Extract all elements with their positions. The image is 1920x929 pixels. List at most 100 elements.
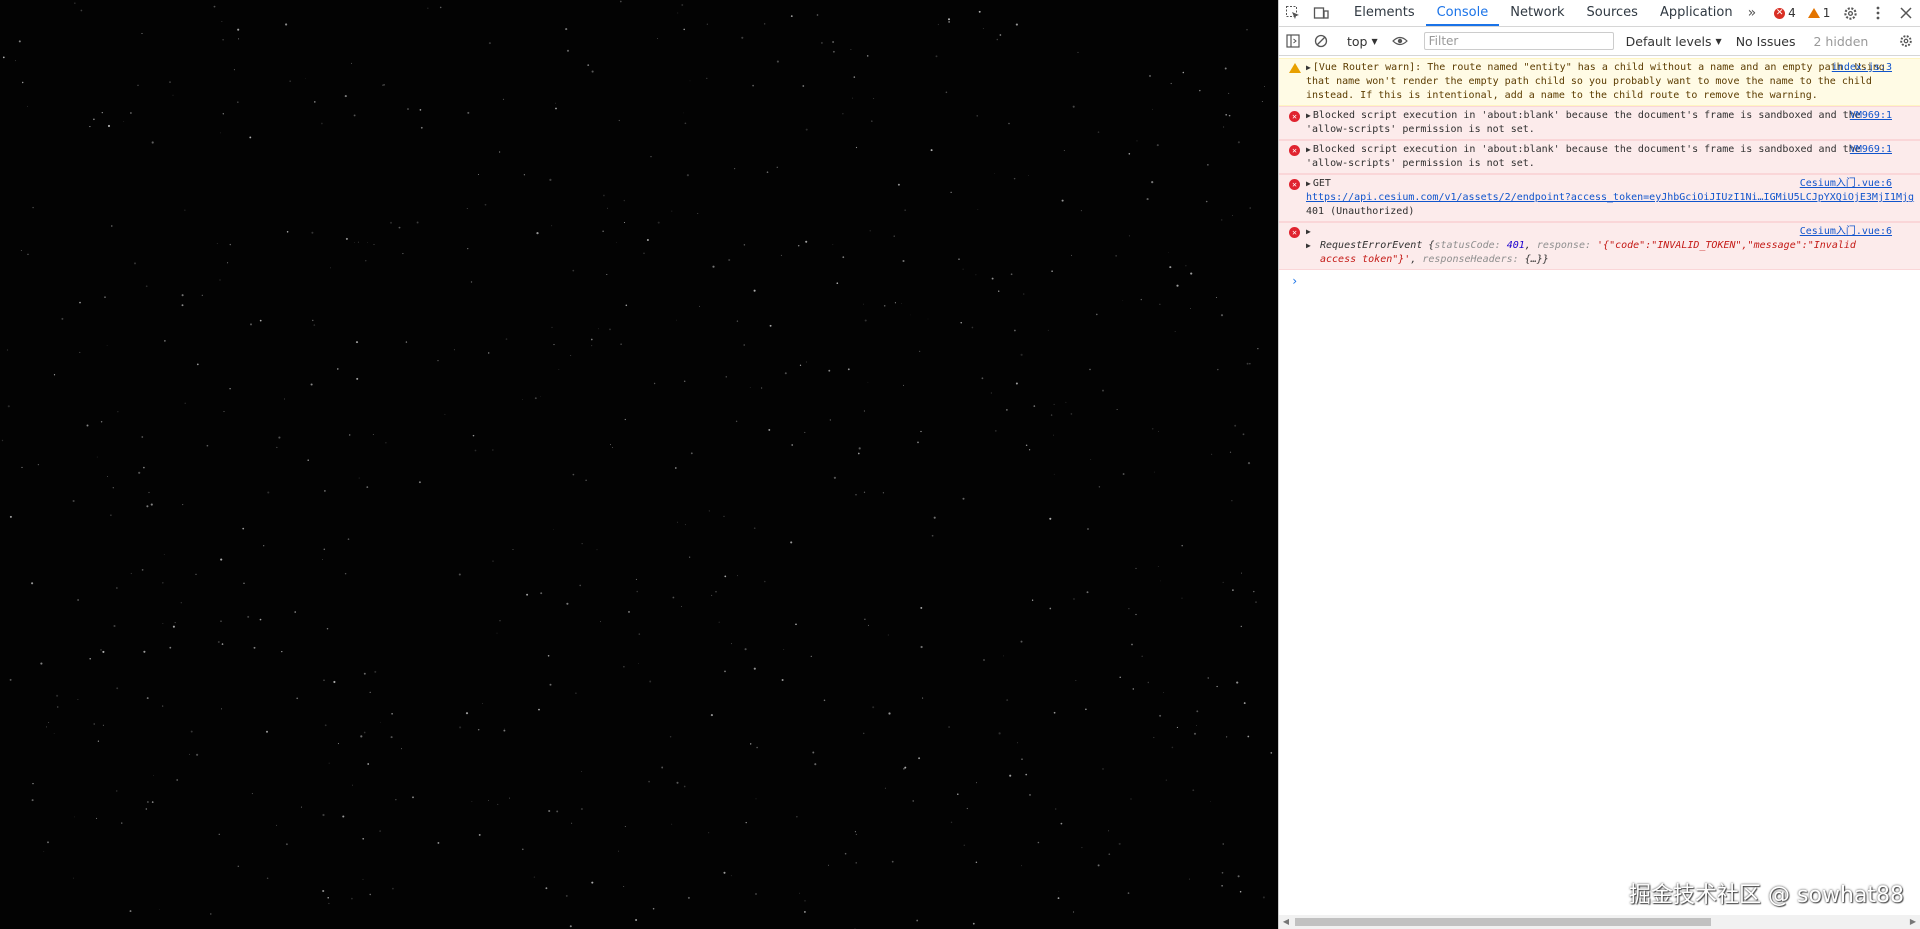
star xyxy=(977,209,979,210)
request-url-link[interactable]: https://api.cesium.com/v1/assets/2/endpo… xyxy=(1306,191,1920,205)
console-settings-gear-icon[interactable] xyxy=(1892,28,1920,54)
star xyxy=(1146,198,1149,201)
clear-console-icon[interactable] xyxy=(1307,28,1335,54)
star xyxy=(805,240,808,243)
source-link[interactable]: VM969:1 xyxy=(1850,143,1892,157)
device-toolbar-icon[interactable] xyxy=(1307,0,1335,26)
tab-application[interactable]: Application xyxy=(1649,0,1744,26)
star xyxy=(9,515,12,518)
star xyxy=(1189,308,1191,309)
star xyxy=(799,892,800,894)
star xyxy=(888,712,891,715)
console-message-warning[interactable]: ▶ [Vue Router warn]: The route named "ent… xyxy=(1279,58,1920,106)
star xyxy=(323,548,326,551)
scroll-left-icon[interactable]: ◀ xyxy=(1279,915,1293,929)
tab-console[interactable]: Console xyxy=(1425,0,1500,26)
expand-object-triangle-icon[interactable]: ▶ xyxy=(1306,239,1311,253)
log-levels-dropdown[interactable]: Default levels ▼ xyxy=(1626,34,1722,49)
star xyxy=(683,112,684,114)
star xyxy=(1090,458,1092,461)
console-message-error[interactable]: ✕ ▶ Blocked script execution in 'about:bl… xyxy=(1279,140,1920,174)
star xyxy=(866,55,869,57)
star xyxy=(910,314,911,316)
star xyxy=(609,328,611,331)
star xyxy=(31,582,34,585)
star xyxy=(804,431,806,433)
expand-triangle-icon[interactable]: ▶ xyxy=(1306,63,1311,72)
star xyxy=(867,381,869,383)
star xyxy=(950,191,952,193)
filter-input[interactable] xyxy=(1423,32,1614,50)
scroll-right-icon[interactable]: ▶ xyxy=(1906,915,1920,929)
source-link[interactable]: index.js:3 xyxy=(1832,61,1892,75)
expand-triangle-icon[interactable]: ▶ xyxy=(1306,145,1311,154)
settings-gear-icon[interactable] xyxy=(1836,0,1864,26)
star xyxy=(1157,430,1159,432)
issue-counters[interactable]: ✕ 4 1 xyxy=(1774,6,1830,20)
star xyxy=(362,878,364,881)
star xyxy=(374,670,377,673)
star xyxy=(872,706,875,709)
star xyxy=(354,242,355,243)
star xyxy=(566,49,570,52)
close-icon[interactable] xyxy=(1892,0,1920,26)
inspect-element-icon[interactable] xyxy=(1279,0,1307,26)
sidebar-toggle-icon[interactable] xyxy=(1279,28,1307,54)
star xyxy=(1053,473,1055,475)
expand-triangle-icon[interactable]: ▶ xyxy=(1306,179,1311,188)
console-message-error-network[interactable]: ✕ ▶ GET Cesium入门.vue:6 https://api.cesium… xyxy=(1279,174,1920,222)
star xyxy=(1135,567,1137,569)
star xyxy=(1053,403,1055,405)
star xyxy=(162,705,164,707)
star xyxy=(56,694,59,697)
source-link[interactable]: Cesium入门.vue:6 xyxy=(1800,177,1892,191)
star xyxy=(1063,150,1065,152)
star xyxy=(458,573,461,576)
context-selector[interactable]: top ▼ xyxy=(1347,34,1378,49)
star xyxy=(916,919,919,922)
star xyxy=(47,841,49,844)
star xyxy=(855,833,857,835)
console-message-error-object[interactable]: ✕ ▶ Cesium入门.vue:6 ▶ RequestErrorEvent {… xyxy=(1279,222,1920,270)
star xyxy=(836,282,839,285)
star xyxy=(363,672,366,675)
horizontal-scrollbar[interactable]: ◀ ▶ xyxy=(1279,915,1920,929)
console-message-error[interactable]: ✕ ▶ Blocked script execution in 'about:bl… xyxy=(1279,106,1920,140)
more-options-icon[interactable] xyxy=(1864,0,1892,26)
source-link[interactable]: Cesium入门.vue:6 xyxy=(1800,225,1892,239)
cesium-viewer-canvas[interactable] xyxy=(0,0,1278,929)
chevron-down-icon: ▼ xyxy=(1715,36,1722,46)
console-prompt-chevron-icon[interactable]: › xyxy=(1279,270,1920,292)
star xyxy=(304,77,306,79)
star xyxy=(804,900,806,902)
tab-elements[interactable]: Elements xyxy=(1343,0,1426,26)
star xyxy=(138,471,141,474)
star xyxy=(1140,298,1142,301)
expand-triangle-icon[interactable]: ▶ xyxy=(1306,227,1311,236)
tab-network[interactable]: Network xyxy=(1499,0,1575,26)
star xyxy=(1176,284,1179,287)
star xyxy=(904,766,907,769)
live-expression-eye-icon[interactable] xyxy=(1386,28,1414,54)
source-link[interactable]: VM969:1 xyxy=(1850,109,1892,123)
star xyxy=(322,889,325,893)
star xyxy=(220,708,223,710)
star xyxy=(249,323,253,326)
star xyxy=(206,444,209,447)
star xyxy=(1087,528,1089,530)
scrollbar-thumb[interactable] xyxy=(1295,918,1711,926)
tab-sources[interactable]: Sources xyxy=(1576,0,1649,26)
star xyxy=(587,64,590,66)
star xyxy=(373,244,375,245)
star xyxy=(53,374,56,376)
issues-button[interactable]: No Issues xyxy=(1736,34,1796,49)
star xyxy=(117,411,119,413)
more-tabs-icon[interactable]: » xyxy=(1744,5,1761,21)
star xyxy=(735,420,738,423)
star xyxy=(922,697,924,699)
star xyxy=(1221,871,1224,874)
expand-triangle-icon[interactable]: ▶ xyxy=(1306,111,1311,120)
star xyxy=(112,487,114,489)
star xyxy=(1085,708,1087,711)
watermark: 掘金技术社区 @ sowhat88 xyxy=(1629,883,1904,908)
